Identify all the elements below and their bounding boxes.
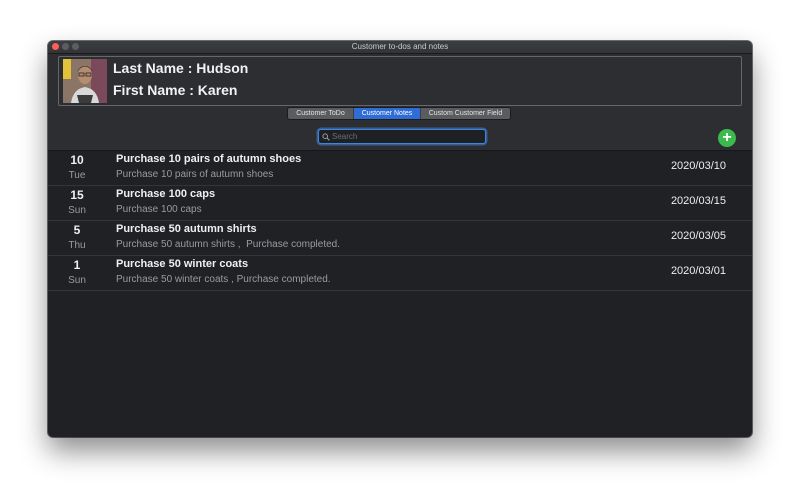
search-icon [322, 132, 331, 141]
first-name-label: First Name : Karen [113, 82, 238, 98]
note-date: 2020/03/05 [670, 230, 726, 242]
note-weekday: Tue [68, 170, 86, 181]
note-weekday: Thu [68, 240, 86, 251]
note-title: Purchase 50 winter coats [116, 258, 249, 270]
note-weekday: Sun [68, 275, 86, 286]
note-date: 2020/03/15 [670, 195, 726, 207]
note-detail: Purchase 10 pairs of autumn shoes [116, 169, 274, 180]
app-window: Customer to-dos and notes Last Name : Hu… [48, 41, 752, 437]
note-title: Purchase 50 autumn shirts [116, 223, 257, 235]
note-detail: Purchase 100 caps [116, 204, 202, 215]
notes-list: 10 Tue Purchase 10 pairs of autumn shoes… [48, 151, 752, 291]
window-title: Customer to-dos and notes [351, 42, 449, 51]
customer-info-box: Last Name : Hudson First Name : Karen [58, 56, 742, 106]
last-name-label: Last Name : Hudson [113, 60, 249, 76]
note-title: Purchase 100 caps [116, 188, 216, 200]
note-day: 10 [70, 153, 84, 167]
note-detail: Purchase 50 autumn shirts , Purchase com… [116, 239, 341, 250]
note-day: 1 [73, 258, 81, 272]
note-day: 5 [73, 223, 81, 237]
plus-icon: + [722, 129, 732, 146]
note-detail: Purchase 50 winter coats , Purchase comp… [116, 274, 331, 285]
note-title: Purchase 10 pairs of autumn shoes [116, 153, 302, 165]
tab-custom-customer-field[interactable]: Custom Customer Field [421, 108, 510, 119]
tab-customer-todo[interactable]: Customer ToDo [288, 108, 354, 119]
customer-avatar [63, 59, 107, 103]
tab-bar: Customer ToDo Customer Notes Custom Cust… [288, 108, 510, 119]
note-row[interactable]: 1 Sun Purchase 50 winter coats Purchase … [48, 256, 752, 291]
header-panel: Last Name : Hudson First Name : Karen Cu… [48, 54, 752, 151]
tab-customer-notes[interactable]: Customer Notes [354, 108, 421, 119]
note-row[interactable]: 15 Sun Purchase 100 caps Purchase 100 ca… [48, 186, 752, 221]
title-bar[interactable]: Customer to-dos and notes [48, 41, 752, 54]
note-date: 2020/03/10 [670, 160, 726, 172]
search-input[interactable] [331, 131, 485, 142]
note-row[interactable]: 5 Thu Purchase 50 autumn shirts Purchase… [48, 221, 752, 256]
note-weekday: Sun [68, 205, 86, 216]
note-day: 15 [70, 188, 84, 202]
add-note-button[interactable]: + [718, 129, 736, 147]
search-field[interactable] [318, 129, 486, 144]
note-date: 2020/03/01 [670, 265, 726, 277]
note-row[interactable]: 10 Tue Purchase 10 pairs of autumn shoes… [48, 151, 752, 186]
